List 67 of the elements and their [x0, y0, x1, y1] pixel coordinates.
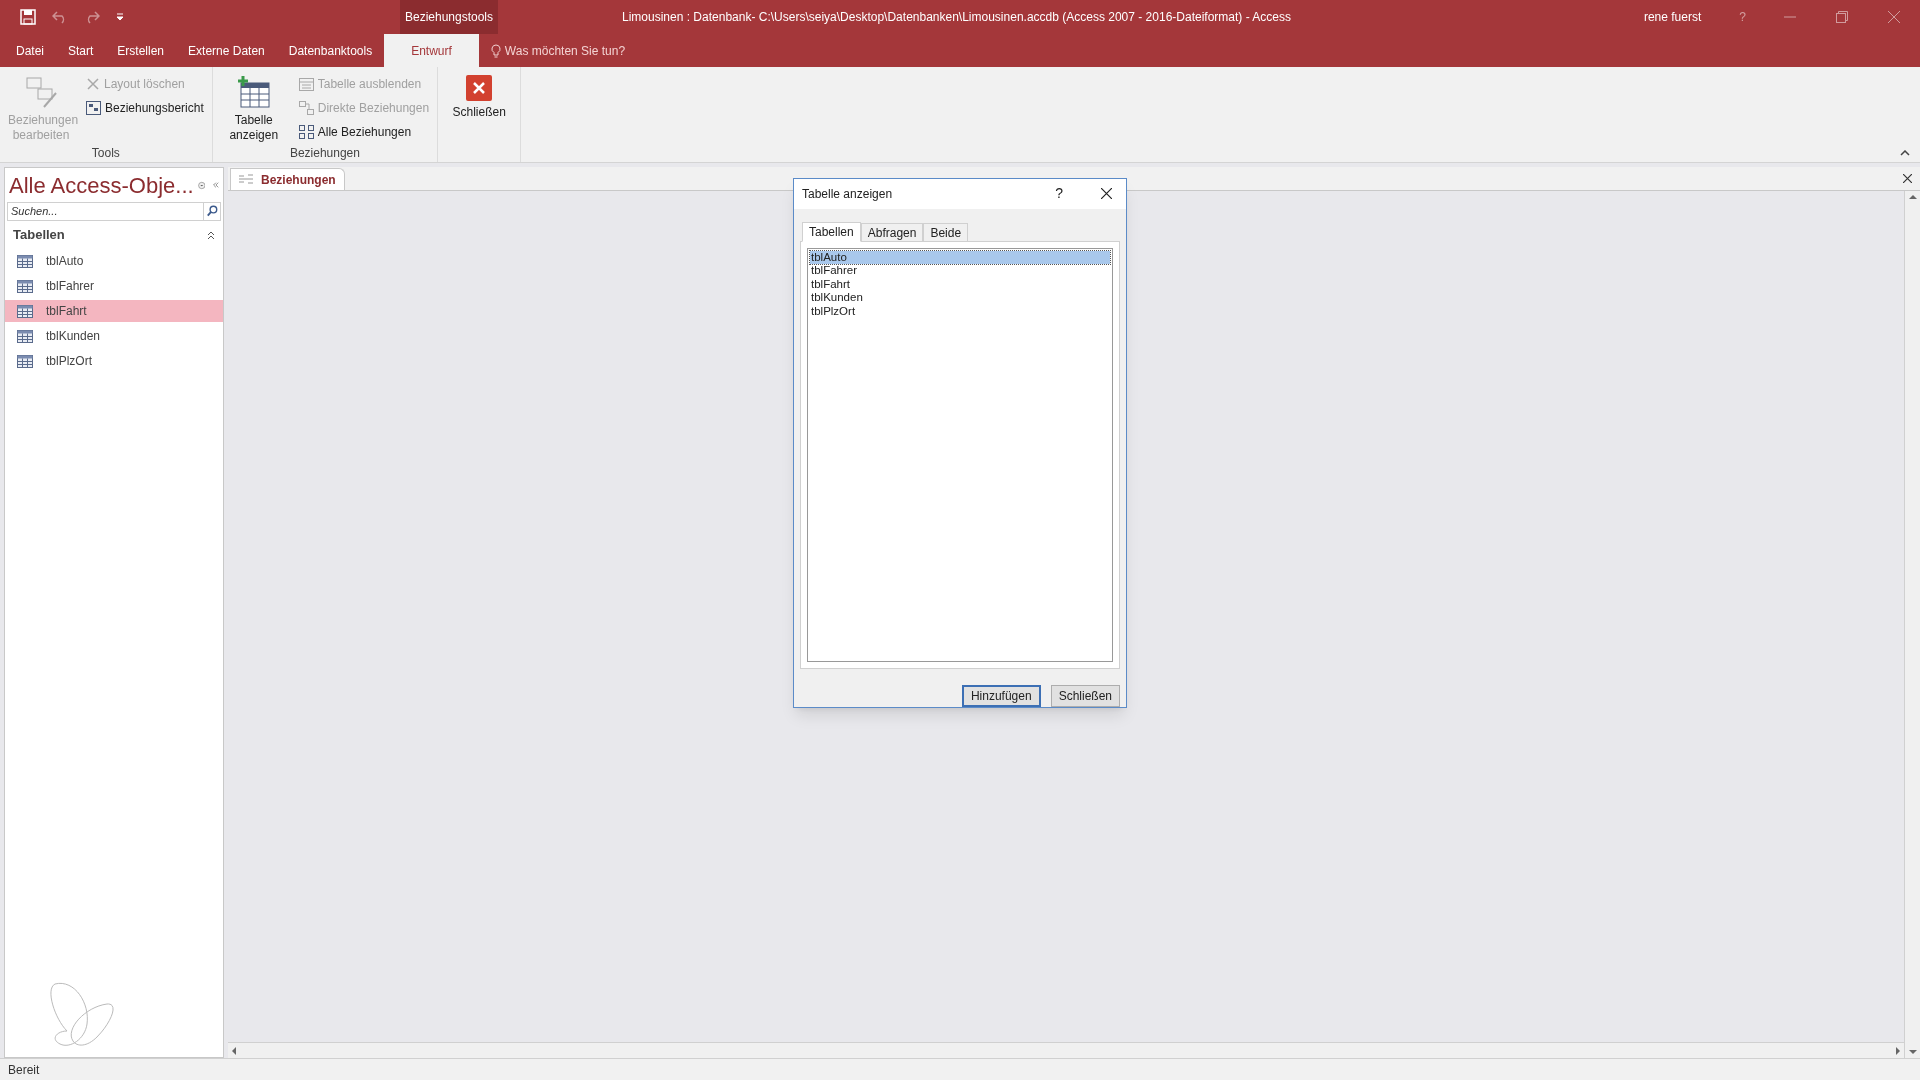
- report-icon: [86, 101, 101, 115]
- table-icon: [17, 354, 33, 368]
- list-item[interactable]: tblKunden: [810, 291, 1110, 305]
- ribbon-button[interactable]: Schließen: [442, 71, 517, 144]
- dialog-button[interactable]: Schließen: [1050, 685, 1120, 707]
- user-name[interactable]: rene fuerst: [1643, 8, 1702, 26]
- ribbon-tab[interactable]: Datei: [4, 34, 56, 67]
- close-icon: [466, 75, 493, 101]
- list-item[interactable]: tblFahrt: [810, 277, 1110, 292]
- save-icon[interactable]: [20, 9, 36, 25]
- group-label: Beziehungen: [288, 145, 361, 162]
- dialog-button[interactable]: Hinzufügen: [961, 685, 1041, 707]
- nav-item[interactable]: tblAuto: [5, 250, 223, 272]
- scroll-left-icon[interactable]: [230, 1045, 238, 1056]
- list-item[interactable]: tblFahrer: [810, 264, 1110, 278]
- nav-item[interactable]: tblFahrt: [5, 300, 223, 322]
- scroll-up-icon[interactable]: [1907, 193, 1918, 201]
- ribbon-button[interactable]: Beziehungsbericht: [82, 98, 208, 118]
- relationships-icon: [298, 125, 314, 139]
- ribbon-button[interactable]: Tabelle anzeigen: [216, 71, 291, 144]
- help-button[interactable]: ?: [1055, 183, 1063, 205]
- scroll-down-icon[interactable]: [1907, 1048, 1918, 1056]
- scroll-right-icon[interactable]: [1894, 1045, 1902, 1056]
- customize-icon[interactable]: [116, 13, 124, 21]
- relationship-edit-icon: [24, 75, 58, 109]
- window-title: Limousinen : Datenbank- C:\Users\seiya\Desktop\Datenbanken\Limousinen.accdb (Access 2007 - 2016-Dateiformat) - Access: [622, 9, 1291, 26]
- nav-item[interactable]: tblKunden: [5, 325, 223, 347]
- table-icon: [17, 304, 33, 318]
- dialog-title: Tabelle anzeigen: [802, 185, 894, 203]
- document-tab[interactable]: Beziehungen: [230, 168, 345, 190]
- horizontal-scrollbar[interactable]: [228, 1042, 1904, 1058]
- collapse-pane-icon[interactable]: [213, 180, 219, 190]
- ribbon-tab[interactable]: Erstellen: [105, 34, 177, 67]
- dialog-tab[interactable]: Abfragen: [860, 222, 924, 241]
- tell-me-field[interactable]: Was möchten Sie tun?: [490, 34, 626, 67]
- add-table-icon: [236, 75, 271, 109]
- nav-pane-title[interactable]: Alle Access-Obje...: [9, 168, 194, 202]
- collapse-section-icon[interactable]: [207, 230, 215, 240]
- nav-item[interactable]: tblPlzOrt: [5, 350, 223, 372]
- context-tab-label: Beziehungstools: [400, 0, 498, 34]
- close-document-icon[interactable]: [1903, 174, 1912, 183]
- relationship-icon: [239, 174, 253, 185]
- section-header[interactable]: Tabellen: [13, 225, 65, 245]
- ribbon-tab[interactable]: Datenbanktools: [276, 34, 385, 67]
- dialog-tab[interactable]: Beide: [923, 222, 969, 241]
- dialog-tab[interactable]: Tabellen: [802, 221, 861, 242]
- nav-item[interactable]: tblFahrer: [5, 275, 223, 297]
- delete-icon: [86, 77, 100, 91]
- search-icon: [203, 203, 220, 220]
- close-icon[interactable]: [1101, 188, 1112, 200]
- list-item[interactable]: tblAuto: [810, 250, 1110, 265]
- lightbulb-icon: [490, 43, 501, 58]
- table-icon: [17, 279, 33, 293]
- ribbon-button[interactable]: Alle Beziehungen: [294, 122, 434, 142]
- group-label: Tools: [90, 145, 121, 162]
- ribbon-tab[interactable]: Start: [56, 34, 106, 67]
- list-item[interactable]: tblPlzOrt: [810, 304, 1110, 319]
- search-field[interactable]: Suchen...: [7, 202, 221, 221]
- vertical-scrollbar[interactable]: [1904, 191, 1920, 1058]
- collapse-ribbon-icon[interactable]: [1900, 150, 1910, 156]
- table-icon: [17, 254, 33, 268]
- ribbon-tab[interactable]: Entwurf: [384, 34, 479, 67]
- relationship-icon: [298, 101, 314, 115]
- table-icon: [17, 329, 33, 343]
- ribbon-tab[interactable]: Externe Daten: [176, 34, 277, 67]
- status-text: Bereit: [8, 1061, 40, 1079]
- table-icon: [298, 77, 314, 91]
